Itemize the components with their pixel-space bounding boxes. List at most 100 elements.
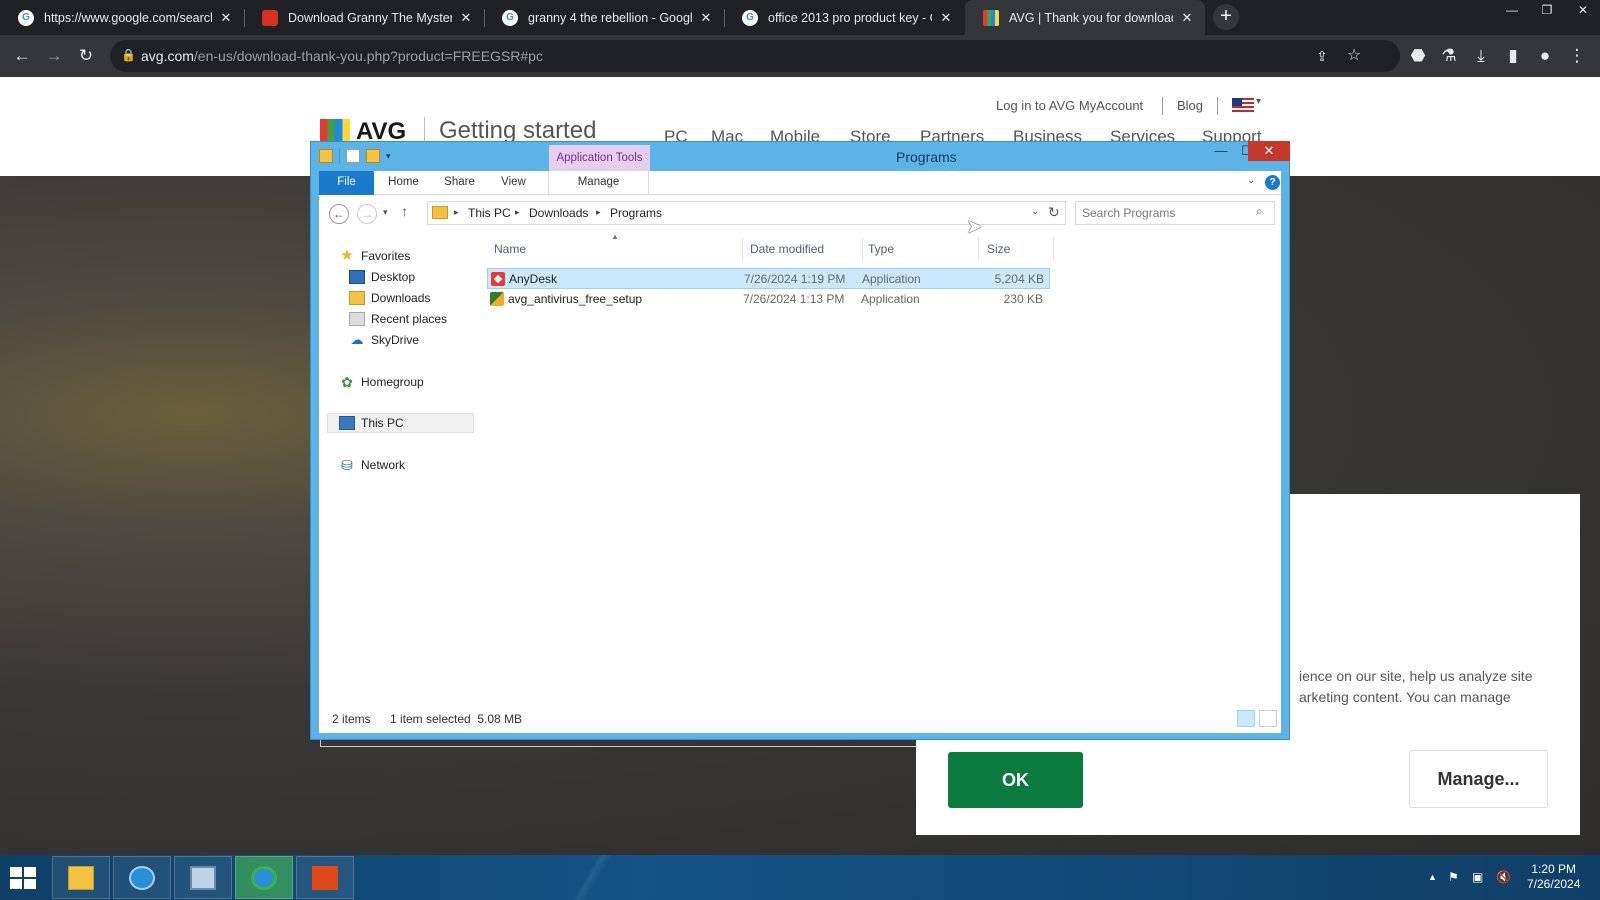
- column-divider[interactable]: [862, 237, 863, 261]
- customize-chevron-icon[interactable]: ▾: [386, 151, 391, 162]
- taskbar-chrome[interactable]: [235, 856, 293, 899]
- browser-tab-granny-4[interactable]: G granny 4 the rebellion - Google ✕: [484, 0, 724, 35]
- column-header-name[interactable]: Name: [494, 242, 526, 256]
- minimize-browser-icon[interactable]: —: [1495, 0, 1529, 22]
- breadcrumb-programs[interactable]: Programs: [610, 206, 662, 220]
- search-box[interactable]: ⌕: [1075, 201, 1275, 225]
- menu-kebab-icon[interactable]: ⋮: [1565, 44, 1589, 68]
- column-header-size[interactable]: Size: [987, 242, 1010, 256]
- action-center-flag-icon[interactable]: ⚑: [1448, 870, 1459, 884]
- up-arrow-icon[interactable]: ↑: [401, 203, 408, 219]
- nav-this-pc[interactable]: This PC: [327, 413, 474, 433]
- new-tab-button[interactable]: +: [1213, 4, 1239, 30]
- us-flag-icon[interactable]: [1232, 98, 1254, 112]
- breadcrumb-downloads[interactable]: Downloads: [529, 206, 588, 220]
- new-folder-icon[interactable]: [366, 149, 380, 163]
- file-row-anydesk[interactable]: AnyDesk 7/26/2024 1:19 PM Application 5,…: [487, 268, 1050, 289]
- lock-icon[interactable]: 🔒: [121, 48, 136, 62]
- column-divider[interactable]: [742, 237, 743, 261]
- nav-favorites[interactable]: ★ Favorites: [339, 246, 410, 266]
- share-icon[interactable]: ⇪: [1310, 44, 1334, 68]
- reload-icon[interactable]: ↻: [74, 44, 98, 68]
- forward-icon[interactable]: →: [42, 44, 66, 68]
- large-icons-view-icon[interactable]: [1259, 710, 1277, 727]
- column-divider[interactable]: [1053, 237, 1054, 261]
- nav-desktop[interactable]: Desktop: [349, 267, 415, 287]
- file-name: avg_antivirus_free_setup: [508, 292, 643, 306]
- side-panel-icon[interactable]: ▮: [1501, 44, 1525, 68]
- tab-file[interactable]: File: [319, 171, 374, 195]
- column-header-type[interactable]: Type: [868, 242, 894, 256]
- taskbar-clock[interactable]: 1:20 PM 7/26/2024: [1527, 862, 1580, 892]
- details-view-icon[interactable]: [1237, 710, 1255, 727]
- tab-title: office 2013 pro product key - Go: [768, 10, 932, 25]
- application-tools-tab: Application Tools: [549, 145, 650, 172]
- start-button[interactable]: [10, 867, 38, 889]
- browser-tab-granny[interactable]: Download Granny The Mystery ✕: [244, 0, 484, 35]
- windows-logo-icon: [10, 867, 22, 877]
- taskbar-file-explorer[interactable]: [52, 856, 110, 899]
- chevron-down-icon[interactable]: ▾: [1256, 96, 1261, 107]
- help-icon[interactable]: ?: [1265, 175, 1280, 190]
- address-bar[interactable]: 🔒 avg.com/en-us/download-thank-you.php?p…: [110, 40, 1400, 72]
- column-header-date-modified[interactable]: Date modified: [750, 242, 824, 256]
- bookmark-star-icon[interactable]: ☆: [1342, 44, 1366, 68]
- address-history-chevron-icon[interactable]: ⌄: [1031, 206, 1039, 217]
- nav-label: Favorites: [361, 249, 411, 263]
- breadcrumb-arrow-icon[interactable]: ▸: [596, 207, 601, 218]
- volume-muted-icon[interactable]: 🔇: [1496, 870, 1511, 884]
- nav-skydrive[interactable]: ☁ SkyDrive: [349, 330, 420, 350]
- breadcrumb-this-pc[interactable]: This PC: [468, 206, 511, 220]
- expand-ribbon-chevron-icon[interactable]: ⌄: [1247, 175, 1255, 186]
- taskbar-remote-desktop[interactable]: [174, 856, 232, 899]
- browser-tab-office-key[interactable]: G office 2013 pro product key - Go ✕: [724, 0, 964, 35]
- close-tab-icon[interactable]: ✕: [218, 10, 234, 26]
- profile-icon[interactable]: ●: [1533, 44, 1557, 68]
- labs-flask-icon[interactable]: ⚗: [1437, 44, 1461, 68]
- search-input[interactable]: [1082, 205, 1252, 221]
- tab-manage[interactable]: Manage: [548, 171, 649, 195]
- nav-network[interactable]: ⛁ Network: [339, 455, 405, 475]
- close-window-icon[interactable]: ✕: [1248, 141, 1290, 161]
- downloads-folder-icon: [349, 291, 365, 305]
- back-arrow-icon[interactable]: ←: [329, 204, 349, 224]
- forward-arrow-icon[interactable]: →: [357, 204, 377, 224]
- tab-view[interactable]: View: [491, 171, 536, 195]
- folder-icon[interactable]: [319, 149, 333, 163]
- explorer-title-bar[interactable]: ▾ Application Tools Programs — ☐ ✕: [311, 141, 1290, 172]
- file-row-avg-setup[interactable]: avg_antivirus_free_setup 7/26/2024 1:13 …: [487, 289, 1050, 310]
- tab-home[interactable]: Home: [381, 171, 426, 195]
- minimize-icon[interactable]: —: [1210, 142, 1232, 162]
- restore-browser-icon[interactable]: ❐: [1530, 0, 1564, 22]
- refresh-icon[interactable]: ↻: [1048, 204, 1060, 221]
- taskbar-browser[interactable]: [113, 856, 171, 899]
- network-tray-icon[interactable]: ▣: [1472, 870, 1483, 884]
- browser-tab-avg[interactable]: AVG | Thank you for downloadin ✕: [965, 0, 1205, 35]
- taskbar-office[interactable]: [296, 856, 354, 899]
- close-tab-icon[interactable]: ✕: [458, 10, 474, 26]
- close-browser-icon[interactable]: ✕: [1566, 0, 1600, 22]
- downloads-icon[interactable]: ⤓: [1469, 44, 1493, 68]
- nav-homegroup[interactable]: ✿ Homegroup: [339, 372, 424, 392]
- nav-recent-places[interactable]: Recent places: [349, 309, 447, 329]
- extensions-icon[interactable]: ⬣: [1406, 44, 1430, 68]
- close-tab-icon[interactable]: ✕: [1179, 10, 1195, 26]
- recent-locations-chevron-icon[interactable]: ▾: [383, 207, 388, 218]
- nav-downloads[interactable]: Downloads: [349, 288, 430, 308]
- back-icon[interactable]: ←: [10, 44, 34, 68]
- column-divider[interactable]: [978, 237, 979, 261]
- close-tab-icon[interactable]: ✕: [938, 10, 954, 26]
- search-icon[interactable]: ⌕: [1256, 204, 1263, 219]
- breadcrumb-arrow-icon[interactable]: ▸: [454, 207, 459, 218]
- browser-tab-google-search[interactable]: G https://www.google.com/search ✕: [0, 0, 244, 35]
- tab-share[interactable]: Share: [437, 171, 482, 195]
- cookie-manage-button[interactable]: Manage...: [1409, 750, 1548, 808]
- breadcrumb-arrow-icon[interactable]: ▸: [515, 207, 520, 218]
- properties-icon[interactable]: [346, 149, 360, 163]
- blog-link[interactable]: Blog: [1177, 98, 1203, 113]
- close-tab-icon[interactable]: ✕: [698, 10, 714, 26]
- login-link[interactable]: Log in to AVG MyAccount: [996, 98, 1143, 113]
- cookie-ok-button[interactable]: OK: [948, 752, 1083, 808]
- header-divider: [1162, 97, 1163, 115]
- show-hidden-icons-chevron-icon[interactable]: ▲: [1428, 872, 1437, 882]
